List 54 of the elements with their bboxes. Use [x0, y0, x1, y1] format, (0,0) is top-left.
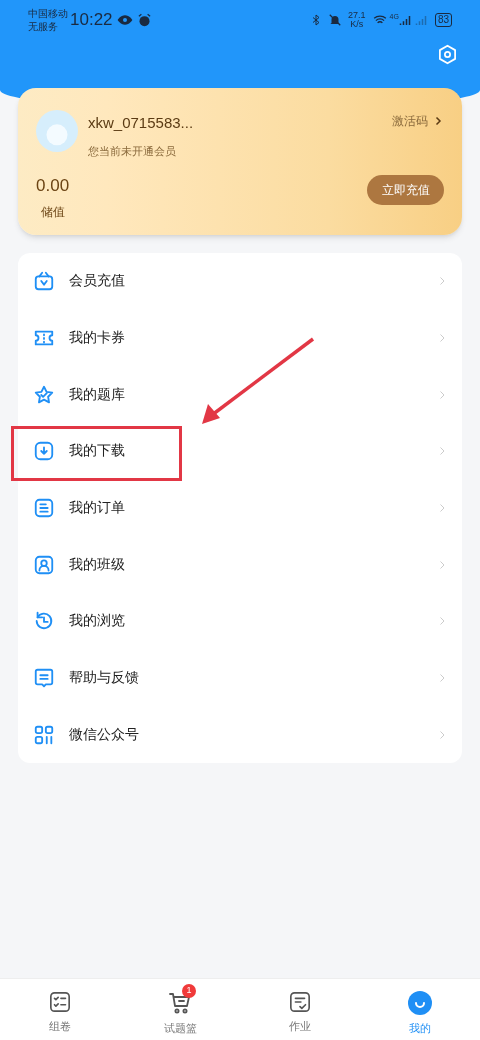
- menu-label: 我的下载: [69, 442, 126, 461]
- menu-item[interactable]: 会员充值: [18, 253, 462, 310]
- smile-icon: [408, 991, 432, 1015]
- menu-label: 会员充值: [69, 272, 126, 291]
- activation-code-link[interactable]: 激活码: [392, 112, 444, 130]
- speed-unit-text: K/s: [350, 20, 364, 29]
- menu-item[interactable]: 我的浏览: [18, 593, 462, 650]
- carrier-text: 中国移动: [28, 7, 68, 20]
- balance-amount: 0.00: [36, 175, 70, 197]
- message-icon: [33, 667, 55, 690]
- list-icon: [33, 497, 55, 520]
- menu-item[interactable]: 我的下载: [18, 423, 462, 480]
- person-icon: [33, 553, 55, 576]
- service-text: 无服务: [28, 20, 59, 33]
- cart-icon: [168, 991, 192, 1015]
- signal-icon: [414, 13, 427, 27]
- bag-icon: [33, 270, 55, 293]
- recharge-button[interactable]: 立即充值: [367, 174, 444, 205]
- balance-label: 储值: [40, 203, 65, 221]
- nav-tab[interactable]: 1 试题篮: [120, 979, 240, 1040]
- alarm-icon: [136, 12, 152, 28]
- menu-label: 我的卡券: [69, 328, 126, 347]
- checklist-icon: [49, 991, 71, 1013]
- count-badge: 1: [182, 984, 196, 998]
- nav-tab[interactable]: 组卷: [0, 979, 120, 1040]
- menu-item[interactable]: 微信公众号: [18, 706, 462, 764]
- signal-icon: [398, 13, 411, 27]
- menu-item[interactable]: 我的订单: [18, 479, 462, 537]
- menu-label: 我的订单: [69, 498, 126, 517]
- menu-item[interactable]: 帮助与反馈: [18, 649, 462, 707]
- bluetooth-icon: [310, 13, 322, 27]
- grid-icon: [33, 723, 55, 746]
- menu-label: 我的浏览: [69, 612, 126, 631]
- speed-text: 27.1: [348, 11, 366, 20]
- menu-item[interactable]: 我的卡券: [18, 309, 462, 367]
- menu-item[interactable]: 我的题库: [18, 366, 462, 424]
- nav-tab[interactable]: 我的: [360, 979, 480, 1040]
- avatar: [36, 110, 78, 152]
- eye-icon: [116, 12, 133, 28]
- clock-text: 10:22: [70, 9, 113, 32]
- document-icon: [289, 991, 311, 1013]
- star-icon: [33, 383, 55, 406]
- username: xkw_0715583...: [88, 113, 194, 133]
- muted-bell-icon: [328, 13, 342, 27]
- menu-label: 微信公众号: [69, 725, 140, 744]
- settings-icon[interactable]: [437, 44, 458, 65]
- menu-item[interactable]: 我的班级: [18, 536, 462, 594]
- battery-indicator: 83: [434, 13, 452, 27]
- membership-status: 您当前未开通会员: [88, 143, 177, 159]
- download-icon: [33, 440, 55, 463]
- nav-tab[interactable]: 作业: [240, 979, 360, 1040]
- menu-label: 我的题库: [69, 385, 126, 404]
- menu-label: 帮助与反馈: [69, 669, 140, 688]
- menu-label: 我的班级: [69, 555, 126, 574]
